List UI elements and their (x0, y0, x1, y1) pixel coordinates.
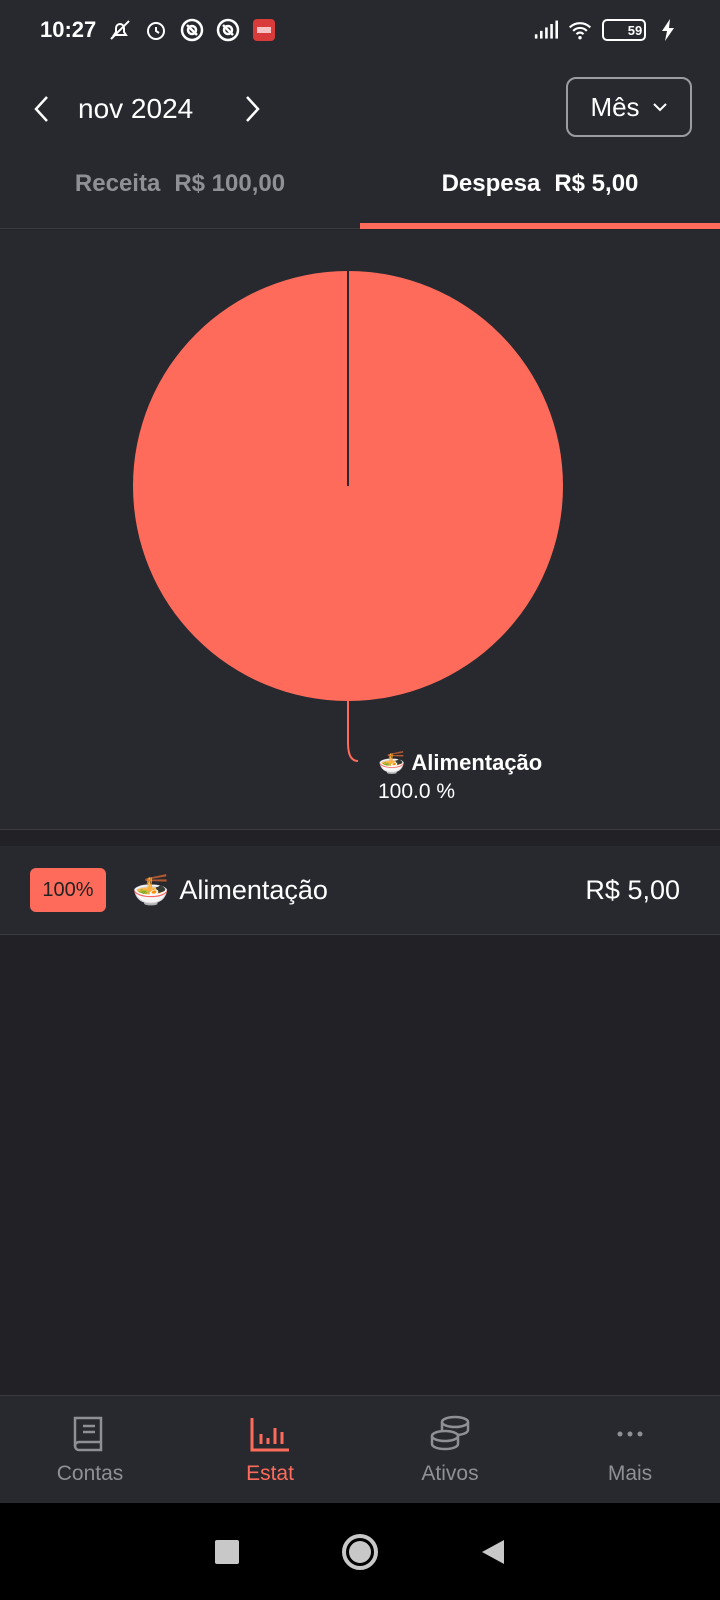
alarm-icon (144, 18, 168, 42)
back-triangle-icon (482, 1539, 504, 1564)
list-item[interactable]: 100% 🍜 Alimentação R$ 5,00 (0, 846, 720, 935)
slice-label-name: 🍜 Alimentação (378, 750, 542, 776)
status-icons-right: 59 (534, 18, 680, 42)
square-icon (215, 1539, 239, 1564)
back-button[interactable] (480, 1538, 506, 1566)
more-icon (617, 1431, 643, 1436)
battery-icon: 59 (602, 19, 646, 41)
pie-chart (133, 271, 563, 762)
slice-label-icon: 🍜 (378, 750, 406, 775)
nav-label: Mais (607, 1461, 653, 1485)
current-month: nov 2024 (78, 93, 194, 124)
tab-amount: R$ 5,00 (554, 170, 639, 197)
system-navigation-bar (0, 1503, 720, 1600)
food-icon: 🍜 (132, 873, 170, 907)
status-time: 10:27 (40, 17, 97, 42)
chevron-down-icon (652, 103, 667, 112)
category-amount: R$ 5,00 (585, 874, 680, 905)
nav-label: Estat (246, 1461, 294, 1485)
tab-despesa[interactable]: Despesa R$ 5,00 (360, 140, 720, 229)
slice-label-pct: 100.0 % (378, 780, 456, 803)
status-bar: 10:27 59 (0, 0, 720, 60)
tab-label: Receita (74, 170, 161, 197)
status-icons-left (108, 18, 276, 42)
app-badge-icon (252, 18, 276, 42)
percentage-badge: 100% (30, 868, 106, 912)
nav-item-contas[interactable]: Contas (0, 1396, 180, 1503)
nav-item-estat[interactable]: Estat (180, 1396, 360, 1503)
pie-chart-area: 🍜 Alimentação 100.0 % (0, 230, 720, 830)
tab-receita[interactable]: Receita R$ 100,00 (0, 140, 360, 228)
circle-icon (342, 1533, 378, 1570)
nav-item-ativos[interactable]: Ativos (360, 1396, 540, 1503)
period-select[interactable]: Mês (566, 77, 692, 137)
signal-icon (534, 18, 558, 42)
period-label: Mês (590, 91, 640, 122)
book-icon (73, 1416, 103, 1451)
slice-label-text: Alimentação (411, 750, 543, 775)
battery-level: 59 (627, 22, 643, 38)
label-leader-line (347, 701, 359, 762)
coins-icon (430, 1415, 470, 1450)
type-tabs: Receita R$ 100,00 Despesa R$ 5,00 (0, 140, 720, 229)
notification-app-icon (216, 18, 240, 42)
chevron-right-icon (246, 96, 260, 122)
chevron-left-icon (34, 96, 48, 122)
wifi-icon (568, 18, 592, 42)
next-month-button[interactable] (230, 87, 274, 131)
nav-label: Contas (56, 1461, 124, 1485)
bottom-navigation: Contas Estat Ativos Mais (0, 1395, 720, 1503)
recents-button[interactable] (214, 1539, 240, 1565)
category-name: Alimentação (179, 874, 328, 905)
tab-label: Despesa (441, 170, 541, 197)
charging-icon (656, 18, 680, 42)
previous-month-button[interactable] (20, 87, 64, 131)
month-navigator: nov 2024 Mês (0, 68, 720, 150)
slice-label: 🍜 Alimentação 100.0 % (378, 750, 542, 804)
home-button[interactable] (340, 1532, 380, 1572)
notification-app-icon (180, 18, 204, 42)
tab-amount: R$ 100,00 (174, 170, 286, 197)
nav-item-mais[interactable]: Mais (540, 1396, 720, 1503)
bar-chart-icon (250, 1417, 289, 1451)
nav-label: Ativos (421, 1461, 479, 1485)
bell-off-icon (108, 18, 132, 42)
